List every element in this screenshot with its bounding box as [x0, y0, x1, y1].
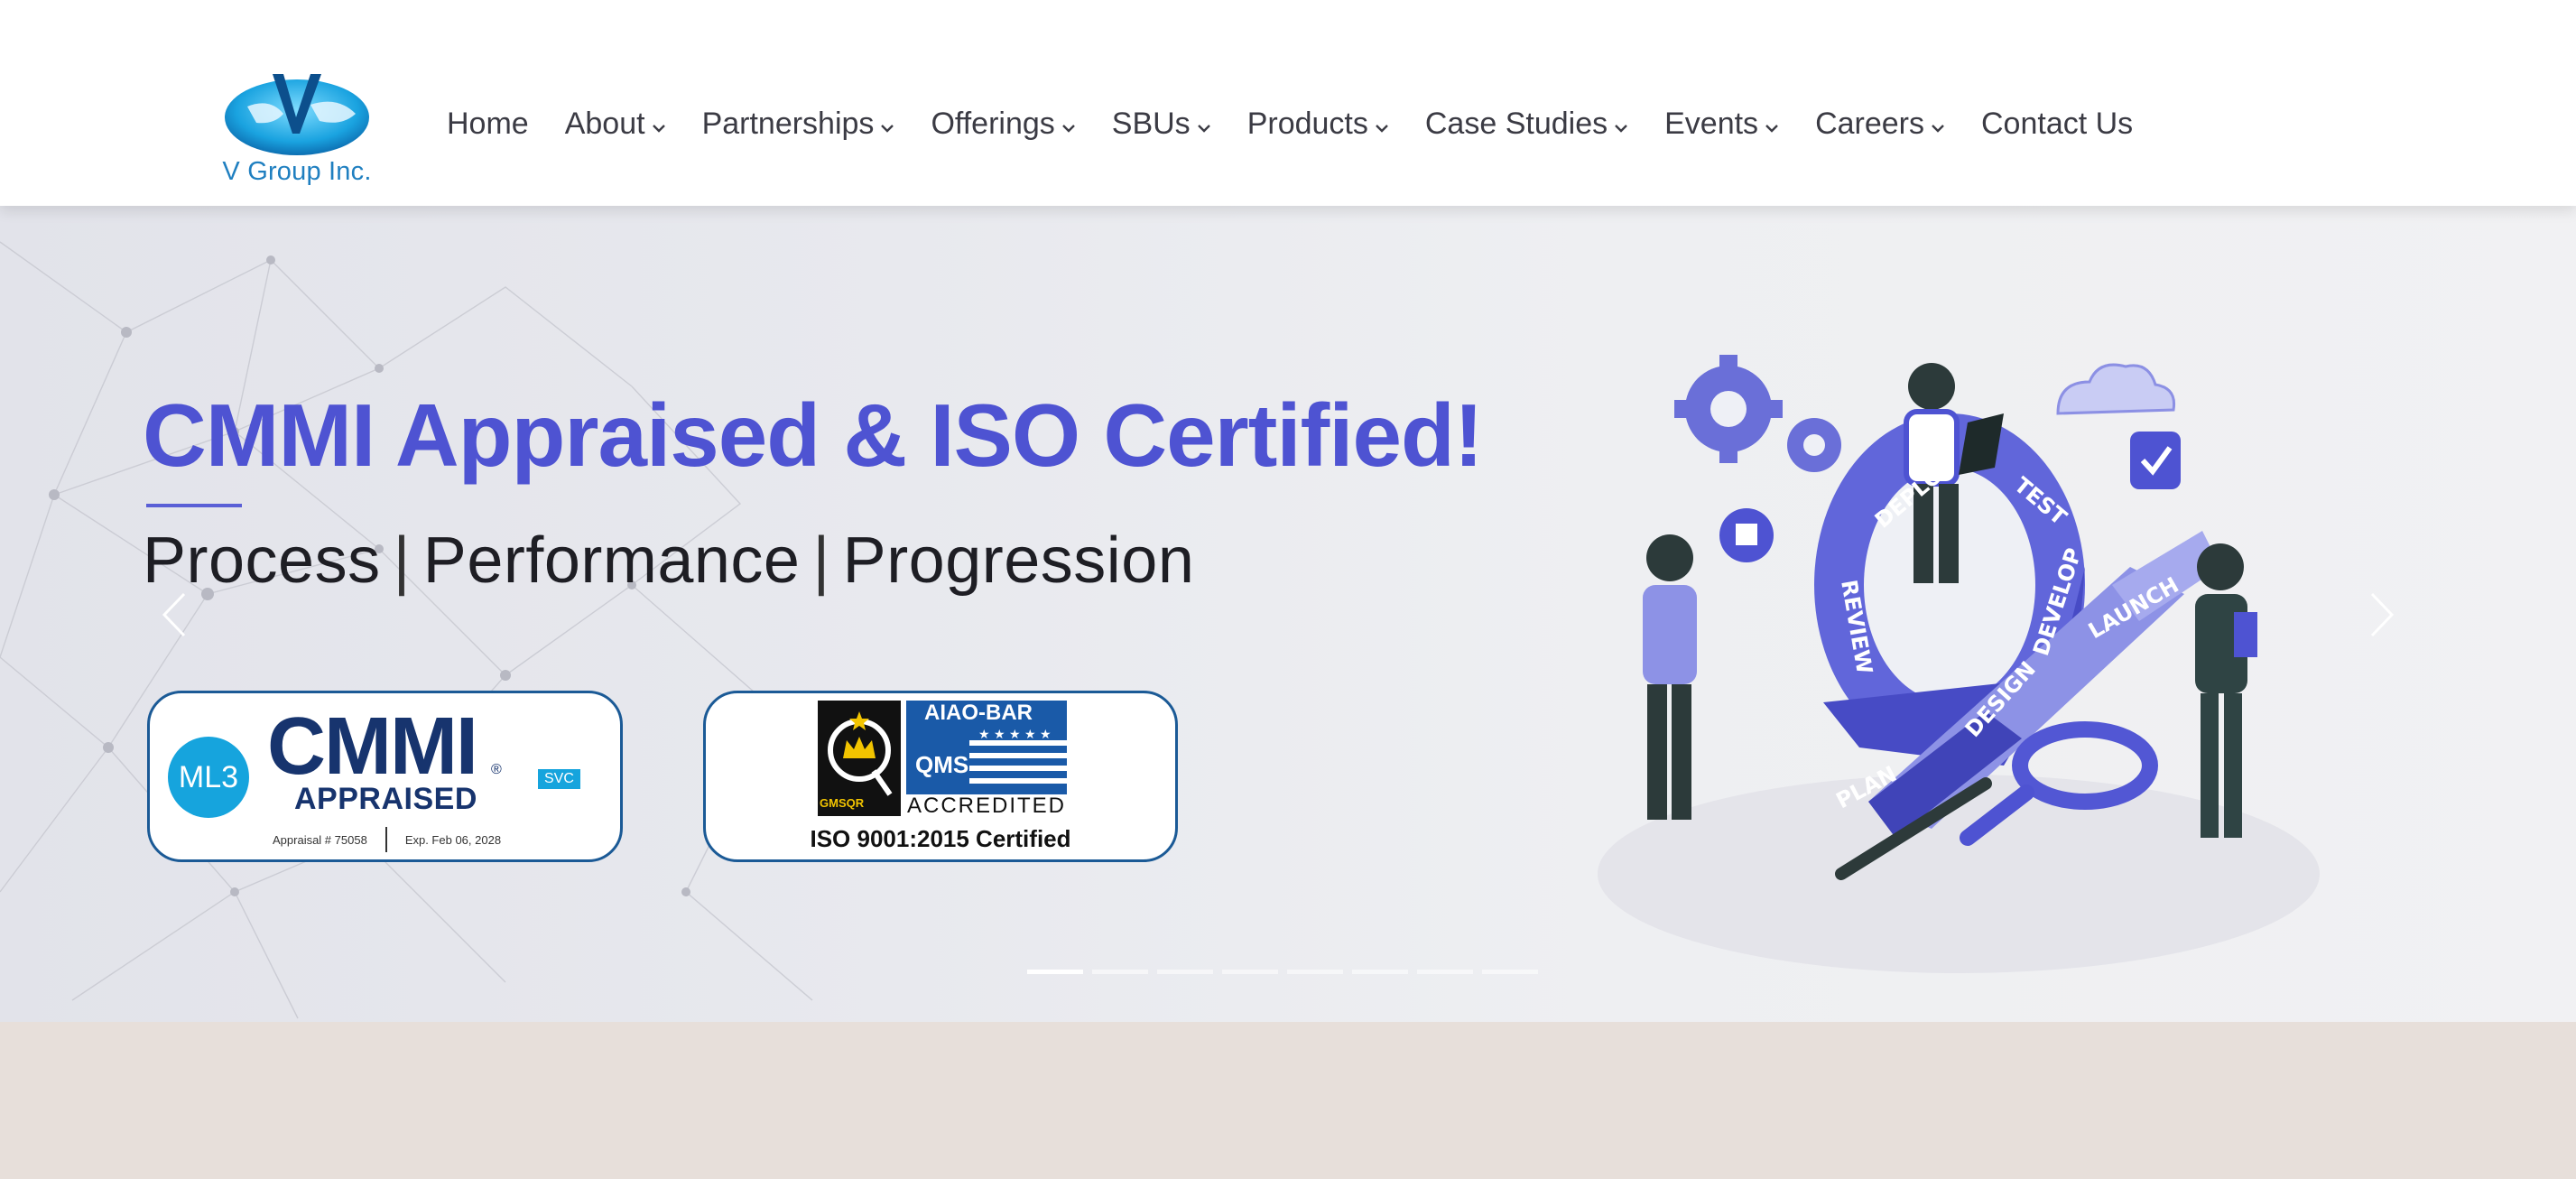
nav-item-home[interactable]: Home [447, 107, 529, 142]
globe-v-logo-icon [225, 74, 369, 155]
chevron-down-icon [652, 107, 666, 142]
chevron-down-icon [1375, 107, 1389, 142]
nav-item-label: Contact Us [1981, 107, 2134, 141]
qms-label: QMS [915, 751, 969, 778]
hero-subtitle: Process | Performance | Progression [143, 524, 1194, 598]
site-header: V Group Inc. Home About Partnerships Offeri… [0, 0, 2576, 206]
aiao-bar-label: AIAO-BAR [924, 701, 1033, 725]
nav-item-offerings[interactable]: Offerings [931, 107, 1075, 142]
nav-item-about[interactable]: About [565, 107, 666, 142]
slide-indicator-2[interactable] [1092, 970, 1148, 974]
nav-item-label: Events [1664, 107, 1759, 141]
appraised-label: APPRAISED [294, 782, 477, 816]
person-left [1643, 534, 1697, 820]
nav-item-careers[interactable]: Careers [1815, 107, 1945, 142]
svc-tag: SVC [538, 769, 580, 789]
nav-item-case-studies[interactable]: Case Studies [1425, 107, 1628, 142]
chevron-down-icon [1765, 107, 1779, 142]
check-badge-icon [2130, 432, 2181, 489]
sdlc-illustration: PLAN DESIGN DEVELOP TEST DEPLOY REVIEW L… [1598, 355, 2320, 973]
nav-item-partnerships[interactable]: Partnerships [702, 107, 895, 142]
nav-item-label: Careers [1815, 107, 1924, 141]
nav-item-contact-us[interactable]: Contact Us [1981, 107, 2133, 142]
cmmi-badge: ML3 CMMI ® APPRAISED SVC Appraisal # 750… [147, 691, 623, 862]
slide-indicator-6[interactable] [1352, 970, 1408, 974]
gear-icon [1674, 355, 1841, 472]
prev-slide-arrow[interactable] [161, 590, 188, 644]
nav-item-label: SBUs [1111, 107, 1191, 141]
slide-indicator-7[interactable] [1417, 970, 1473, 974]
next-section-band [0, 1022, 2576, 1179]
subtitle-performance: Performance [422, 525, 801, 597]
subtitle-separator: | [393, 525, 411, 597]
person-right [2195, 543, 2257, 838]
cmmi-footer: Appraisal # 75058 Exp. Feb 06, 2028 [273, 827, 501, 852]
slider-indicators [1027, 970, 1547, 974]
appraisal-number: Appraisal # 75058 [273, 832, 367, 847]
slide-indicator-8[interactable] [1482, 970, 1538, 974]
hero-title: CMMI Appraised & ISO Certified! [143, 385, 1484, 485]
main-nav: Home About Partnerships Offerings SBUs Produc… [447, 107, 2169, 142]
divider [385, 827, 387, 852]
title-underline [146, 504, 242, 507]
slide-indicator-3[interactable] [1157, 970, 1213, 974]
hero-slider: CMMI Appraised & ISO Certified! Process |… [0, 206, 2576, 1022]
chevron-down-icon [1197, 107, 1211, 142]
svg-text:★ ★ ★ ★ ★: ★ ★ ★ ★ ★ [978, 728, 1052, 742]
registered-mark: ® [491, 762, 502, 777]
accredited-label: ACCREDITED [906, 794, 1067, 818]
logo-text: V Group Inc. [222, 157, 372, 186]
network-background [0, 241, 813, 1019]
crown-q-icon [828, 711, 893, 796]
nav-item-label: Offerings [931, 107, 1055, 141]
nav-item-label: Case Studies [1424, 107, 1608, 141]
slide-indicator-5[interactable] [1287, 970, 1343, 974]
cloud-icon [2056, 363, 2176, 415]
slide-indicator-4[interactable] [1222, 970, 1278, 974]
puzzle-icon [1719, 508, 1774, 562]
iso-badge: GMSQR ★ ★ ★ ★ ★ AIAO-BAR QMS ACCREDITED … [703, 691, 1178, 862]
subtitle-separator: | [812, 525, 830, 597]
nav-item-label: About [564, 107, 645, 141]
chevron-left-icon [162, 592, 186, 637]
chevron-down-icon [880, 107, 894, 142]
nav-item-products[interactable]: Products [1247, 107, 1389, 142]
nav-item-label: Home [447, 107, 529, 141]
subtitle-progression: Progression [842, 525, 1195, 597]
chevron-down-icon [1614, 107, 1628, 142]
gmsqr-label: GMSQR [820, 796, 865, 810]
nav-item-sbus[interactable]: SBUs [1112, 107, 1211, 142]
cmmi-wordmark: CMMI [267, 701, 478, 792]
nav-item-label: Partnerships [701, 107, 875, 141]
chevron-down-icon [1061, 107, 1076, 142]
subtitle-process: Process [143, 525, 381, 597]
chevron-down-icon [1931, 107, 1945, 142]
iso-certified-text: ISO 9001:2015 Certified [810, 825, 1071, 852]
nav-item-label: Products [1246, 107, 1368, 141]
appraisal-expiry: Exp. Feb 06, 2028 [404, 832, 502, 847]
ml3-circle: ML3 [168, 737, 249, 818]
nav-item-events[interactable]: Events [1664, 107, 1779, 142]
slide-indicator-1[interactable] [1027, 970, 1083, 974]
logo[interactable]: V Group Inc. [220, 70, 374, 190]
